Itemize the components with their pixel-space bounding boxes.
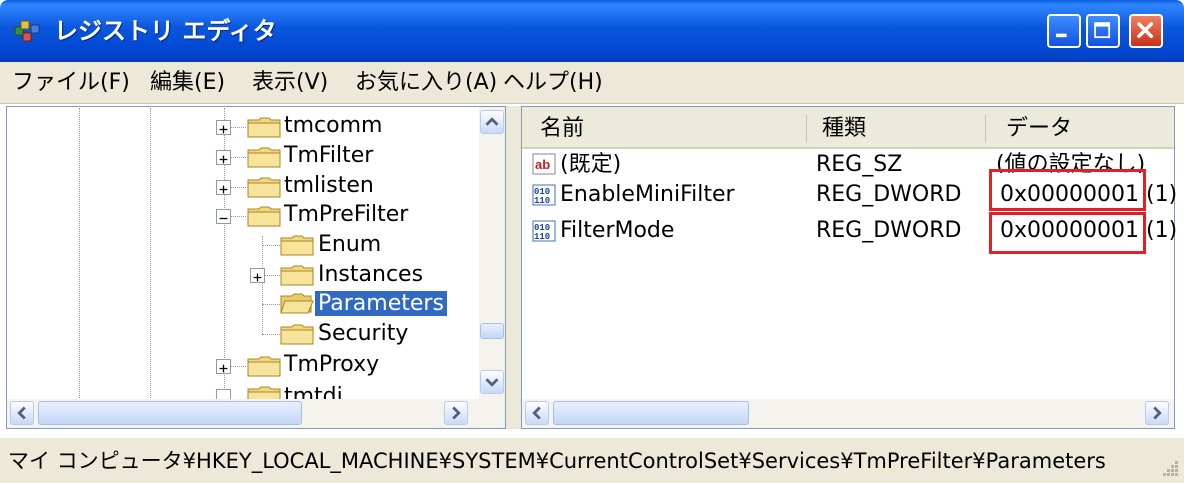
folder-icon — [247, 206, 281, 227]
value-type: REG_DWORD — [816, 182, 962, 207]
folder-icon — [247, 386, 281, 399]
plus-icon — [219, 185, 228, 194]
tree-item-label: Security — [318, 321, 409, 346]
tree-item-tmtdi[interactable]: tmtdi — [210, 385, 480, 399]
arrow-right-icon — [1153, 406, 1162, 420]
scroll-left-button[interactable] — [525, 401, 549, 425]
expand-button[interactable] — [216, 389, 231, 399]
expand-button[interactable] — [250, 268, 265, 283]
close-button[interactable] — [1129, 14, 1163, 48]
value-type: REG_SZ — [816, 152, 903, 177]
svg-text:110: 110 — [534, 196, 550, 206]
column-header-type[interactable]: 種類 — [822, 107, 866, 147]
minus-icon — [219, 217, 228, 220]
column-header-name[interactable]: 名前 — [540, 107, 584, 147]
tree-item-label: TmPreFilter — [284, 202, 409, 227]
folder-icon — [280, 265, 314, 286]
scroll-down-button[interactable] — [480, 370, 504, 394]
tree-item-instances[interactable]: Instances — [315, 261, 426, 291]
collapse-button[interactable] — [216, 209, 231, 224]
expand-button[interactable] — [216, 120, 231, 135]
plus-icon — [219, 364, 228, 373]
minimize-button[interactable] — [1047, 14, 1081, 48]
tree-vertical-scroll-thumb[interactable] — [480, 323, 504, 339]
plus-icon — [219, 155, 228, 164]
arrow-left-icon — [532, 406, 541, 420]
menu-edit[interactable]: 編集(E) — [150, 62, 225, 104]
folder-icon — [247, 177, 281, 198]
tree-guide — [79, 108, 80, 398]
tree-item-label: TmProxy — [284, 352, 380, 377]
expand-button[interactable] — [216, 150, 231, 165]
value-name: FilterMode — [560, 218, 675, 243]
close-icon — [1137, 22, 1154, 39]
value-name: EnableMiniFilter — [560, 182, 735, 207]
column-divider[interactable] — [806, 115, 807, 143]
tree-item-tmcomm[interactable]: tmcomm — [281, 112, 385, 142]
column-header-data[interactable]: データ — [1006, 107, 1072, 147]
maximize-button[interactable] — [1086, 14, 1120, 48]
arrow-left-icon — [17, 406, 26, 420]
highlight-box — [989, 212, 1146, 254]
binary-value-icon: 010 110 — [532, 184, 556, 206]
arrow-up-icon — [485, 117, 499, 126]
window-title: レジストリ エディタ — [54, 17, 277, 45]
folder-icon — [247, 147, 281, 168]
tree-item-tmprefilter[interactable]: TmPreFilter — [281, 201, 411, 231]
status-path: マイ コンピュータ¥HKEY_LOCAL_MACHINE¥SYSTEM¥Curr… — [8, 449, 1106, 473]
open-folder-icon — [280, 293, 314, 314]
scroll-left-button[interactable] — [10, 401, 34, 425]
tree-guide — [150, 108, 151, 398]
tree-item-tmproxy[interactable]: TmProxy — [281, 351, 382, 381]
arrow-down-icon — [485, 378, 499, 387]
list-horizontal-scroll-thumb[interactable] — [553, 401, 749, 425]
scroll-right-button[interactable] — [444, 401, 468, 425]
resize-grip-icon[interactable] — [1160, 458, 1180, 478]
tree-item-parameters[interactable]: Parameters — [315, 290, 447, 320]
tree-item-label: TmFilter — [284, 143, 374, 168]
tree-item-tmfilter[interactable]: TmFilter — [281, 142, 376, 172]
arrow-right-icon — [452, 406, 461, 420]
menu-file[interactable]: ファイル(F) — [12, 62, 130, 104]
value-type: REG_DWORD — [816, 218, 962, 243]
tree-item-label: tmcomm — [284, 113, 383, 138]
registry-editor-icon — [13, 19, 41, 45]
pane-splitter[interactable] — [506, 106, 521, 429]
highlight-box — [989, 169, 1146, 211]
tree-guide — [262, 236, 263, 334]
tree-item-label: tmtdi — [284, 385, 343, 399]
tree-item-tmlisten[interactable]: tmlisten — [281, 172, 377, 202]
svg-text:110: 110 — [534, 232, 550, 242]
string-value-icon: ab — [532, 153, 556, 175]
tree-item-label: Enum — [318, 232, 382, 257]
tree-item-enum[interactable]: Enum — [315, 231, 384, 261]
expand-button[interactable] — [216, 180, 231, 195]
folder-icon — [280, 235, 314, 256]
tree-item-label-selected: Parameters — [315, 291, 447, 316]
tree-item-label: Instances — [318, 262, 424, 287]
maximize-icon — [1094, 22, 1111, 39]
plus-icon — [253, 273, 262, 282]
plus-icon — [219, 125, 228, 134]
folder-icon — [280, 324, 314, 345]
menu-favorites[interactable]: お気に入り(A) — [355, 62, 497, 104]
tree-item-label: tmlisten — [284, 173, 374, 198]
scroll-up-button[interactable] — [480, 110, 504, 134]
tree-item-security[interactable]: Security — [315, 320, 411, 350]
binary-value-icon: 010 110 — [532, 220, 556, 242]
minimize-icon — [1056, 33, 1067, 38]
tree-horizontal-scroll-thumb[interactable] — [38, 401, 302, 425]
menu-help[interactable]: ヘルプ(H) — [503, 62, 603, 104]
menu-view[interactable]: 表示(V) — [252, 62, 328, 104]
value-name: (既定) — [560, 152, 622, 177]
column-divider[interactable] — [985, 115, 986, 143]
folder-icon — [247, 356, 281, 377]
svg-text:ab: ab — [535, 157, 550, 172]
folder-icon — [247, 117, 281, 138]
scroll-right-button[interactable] — [1145, 401, 1169, 425]
tree-vertical-scrollbar[interactable] — [479, 107, 505, 399]
expand-button[interactable] — [216, 359, 231, 374]
